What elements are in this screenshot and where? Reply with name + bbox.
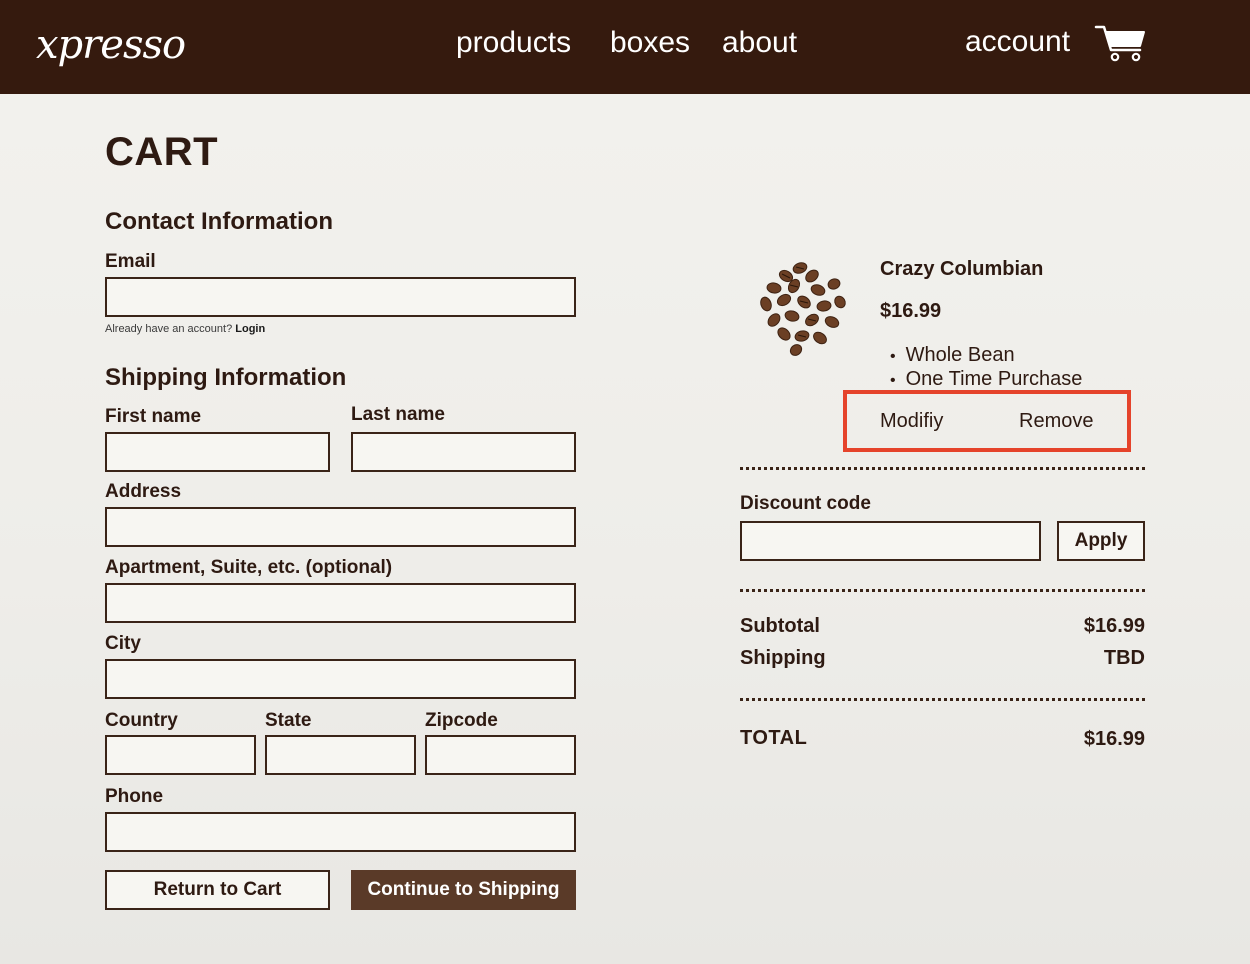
subtotal-label: Subtotal (740, 615, 820, 637)
total-label: TOTAL (740, 727, 808, 749)
apartment-field[interactable] (105, 583, 576, 623)
apartment-label: Apartment, Suite, etc. (optional) (105, 557, 393, 578)
product-name: Crazy Columbian (880, 258, 1044, 280)
summary-divider (740, 467, 1145, 470)
login-link[interactable]: Login (235, 323, 265, 335)
product-price: $16.99 (880, 300, 942, 322)
remove-item-link[interactable]: Remove (1019, 410, 1093, 433)
site-logo[interactable]: xpresso (36, 22, 186, 68)
page-title: CART (105, 130, 219, 174)
nav-boxes[interactable]: boxes (610, 26, 690, 60)
email-field[interactable] (105, 277, 576, 317)
shopping-cart-icon[interactable] (1094, 22, 1148, 64)
phone-field[interactable] (105, 812, 576, 852)
product-options: Whole Bean One Time Purchase (890, 344, 1083, 392)
modify-item-link[interactable]: Modifiy (880, 410, 943, 433)
total-value: $16.99 (1083, 728, 1145, 750)
city-field[interactable] (105, 659, 576, 699)
country-label: Country (105, 710, 178, 731)
shipping-value: TBD (1103, 647, 1145, 669)
zipcode-field[interactable] (425, 735, 576, 775)
site-header: xpresso products boxes about account (0, 0, 1250, 94)
apply-discount-button[interactable]: Apply (1057, 521, 1145, 561)
state-field[interactable] (265, 735, 416, 775)
phone-label: Phone (105, 786, 164, 807)
shipping-label: Shipping (740, 647, 826, 669)
summary-divider (740, 698, 1145, 701)
shipping-section-title: Shipping Information (105, 364, 347, 391)
summary-divider (740, 589, 1145, 592)
continue-to-shipping-button[interactable]: Continue to Shipping (351, 870, 576, 910)
discount-code-field[interactable] (740, 521, 1041, 561)
first-name-label: First name (105, 406, 202, 427)
last-name-field[interactable] (351, 432, 576, 472)
product-option: One Time Purchase (890, 368, 1083, 392)
city-label: City (105, 633, 141, 654)
login-hint-text: Already have an account? (105, 323, 233, 335)
address-field[interactable] (105, 507, 576, 547)
discount-code-label: Discount code (740, 493, 871, 514)
nav-account[interactable]: account (965, 25, 1070, 59)
contact-section-title: Contact Information (105, 208, 333, 235)
return-to-cart-button[interactable]: Return to Cart (105, 870, 330, 910)
country-field[interactable] (105, 735, 256, 775)
state-label: State (265, 710, 312, 731)
email-label: Email (105, 251, 156, 272)
coffee-beans-image (760, 262, 846, 356)
address-label: Address (105, 481, 182, 502)
last-name-label: Last name (351, 404, 445, 425)
nav-about[interactable]: about (722, 26, 797, 60)
login-hint: Already have an account? Login (105, 323, 265, 335)
nav-products[interactable]: products (456, 26, 571, 60)
first-name-field[interactable] (105, 432, 330, 472)
product-option: Whole Bean (890, 344, 1082, 368)
subtotal-value: $16.99 (1083, 615, 1145, 637)
zipcode-label: Zipcode (425, 710, 498, 731)
